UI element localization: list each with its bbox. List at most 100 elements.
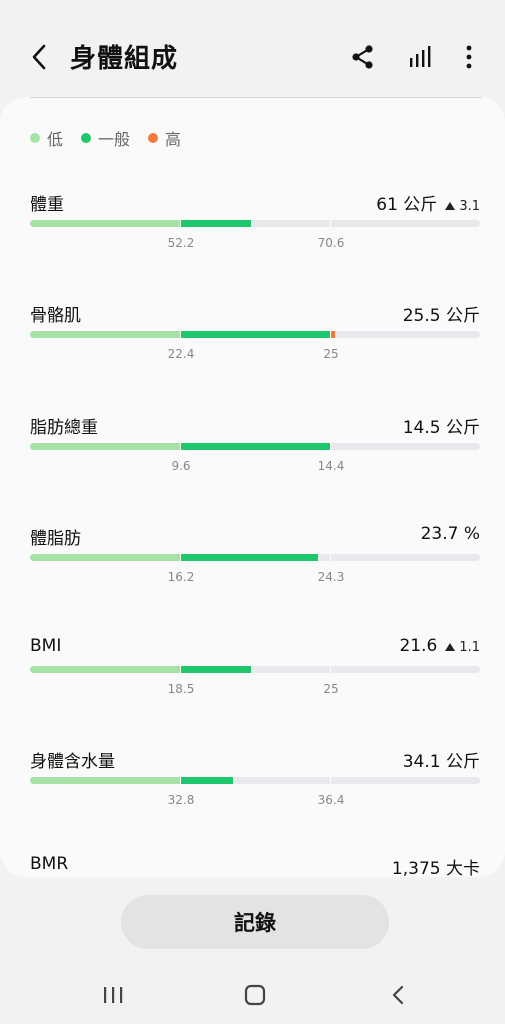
legend-label-normal: 一般	[98, 130, 131, 149]
range-high-label: 25	[323, 347, 339, 361]
range-fill-normal	[180, 220, 251, 227]
metric-value-group: 21.6 1.1	[399, 636, 480, 656]
home-icon	[244, 984, 266, 1006]
range-fill-low	[30, 666, 180, 673]
metric-name: 身體含水量	[30, 752, 115, 772]
metric-name: 脂肪總重	[30, 418, 98, 438]
metric-body-fat[interactable]: 體脂肪 23.7 % 16.2 24.3	[30, 524, 480, 614]
range-high-tick	[330, 666, 331, 673]
metric-bmr[interactable]: BMR 1,375 大卡	[30, 854, 480, 877]
range-fill-normal	[180, 443, 330, 450]
recent-apps-button[interactable]	[98, 980, 128, 1010]
metric-value-group: 61 公斤 3.1	[376, 190, 480, 215]
range-high-tick	[330, 554, 331, 561]
range-low-tick	[180, 443, 181, 450]
legend-item-normal: 一般	[81, 126, 130, 150]
range-fill-normal	[180, 554, 318, 561]
legend-dot-high	[148, 133, 159, 143]
metric-value: 23.7 %	[420, 524, 480, 544]
metric-name: BMR	[30, 854, 69, 874]
range-fill-low	[30, 331, 180, 338]
range-high-tick	[330, 331, 331, 338]
range-high-tick	[330, 777, 331, 784]
metric-fat-mass[interactable]: 脂肪總重 14.5 公斤 9.6 14.4	[30, 413, 480, 503]
range-low-tick	[180, 554, 181, 561]
metric-body-water[interactable]: 身體含水量 34.1 公斤 32.8 36.4	[30, 747, 480, 837]
metric-weight[interactable]: 體重 61 公斤 3.1 52.2 70.6	[30, 190, 480, 280]
app-bar: 身體組成	[0, 0, 505, 110]
range-bar	[30, 554, 480, 561]
system-navigation-bar	[0, 966, 505, 1024]
range-fill-low	[30, 554, 180, 561]
range-high-tick	[330, 443, 331, 450]
record-button[interactable]: 記錄	[121, 895, 389, 949]
range-bar	[30, 777, 480, 784]
range-low-tick	[180, 331, 181, 338]
metric-delta-value: 1.1	[459, 640, 480, 655]
metric-name: 體重	[30, 195, 64, 215]
range-bar	[30, 666, 480, 673]
metric-value-group: 23.7 %	[421, 524, 480, 544]
metric-value: 25.5 公斤	[402, 306, 480, 326]
metric-value-group: 1,375 大卡	[392, 854, 480, 877]
metric-name: 骨骼肌	[30, 306, 81, 326]
range-low-tick	[180, 777, 181, 784]
range-high-label: 24.3	[317, 570, 345, 584]
recent-apps-icon	[104, 987, 123, 1003]
metric-value: 61 公斤	[376, 195, 438, 215]
legend: 低 一般 高	[30, 127, 199, 149]
back-icon	[392, 985, 404, 1005]
more-options-button[interactable]	[458, 44, 480, 70]
legend-dot-low	[30, 133, 40, 143]
more-vert-icon	[466, 45, 472, 69]
body-composition-card: 低 一般 高 體重 61 公斤 3.1 52.2 70.6 骨骼肌 25.5 公…	[0, 97, 505, 877]
range-low-label: 16.2	[167, 570, 195, 584]
divider	[30, 97, 482, 98]
range-high-tick	[330, 220, 331, 227]
nav-back-button[interactable]	[384, 980, 414, 1010]
legend-item-low: 低	[30, 126, 63, 150]
range-fill-low	[30, 777, 180, 784]
metric-delta: 1.1	[445, 640, 480, 655]
range-fill-low	[30, 443, 180, 450]
range-high-label: 36.4	[317, 793, 345, 807]
metric-delta-value: 3.1	[459, 199, 480, 214]
range-bar	[30, 331, 480, 338]
range-low-label: 9.6	[171, 459, 191, 473]
range-high-label: 14.4	[317, 459, 345, 473]
chevron-left-icon	[32, 44, 46, 70]
metric-skeletal-muscle[interactable]: 骨骼肌 25.5 公斤 22.4 25	[30, 301, 480, 391]
metric-value: 14.5 公斤	[402, 418, 480, 438]
range-low-label: 52.2	[167, 236, 195, 250]
metric-value-group: 25.5 公斤	[403, 301, 480, 326]
legend-item-high: 高	[148, 126, 181, 150]
back-button[interactable]	[26, 40, 56, 74]
metric-delta: 3.1	[445, 199, 480, 214]
range-bar	[30, 443, 480, 450]
range-high-label: 25	[323, 682, 339, 696]
legend-label-high: 高	[165, 130, 182, 149]
metric-value: 1,375 大卡	[391, 859, 480, 877]
range-high-label: 70.6	[317, 236, 345, 250]
range-low-label: 32.8	[167, 793, 195, 807]
range-low-label: 22.4	[167, 347, 195, 361]
range-fill-normal	[180, 777, 233, 784]
metric-value-group: 34.1 公斤	[403, 747, 480, 772]
share-icon	[352, 45, 373, 69]
legend-dot-normal	[81, 133, 92, 143]
share-button[interactable]	[350, 44, 376, 70]
trends-button[interactable]	[407, 44, 433, 70]
legend-label-low: 低	[47, 130, 64, 149]
metric-value: 34.1 公斤	[402, 752, 480, 772]
page-title: 身體組成	[70, 44, 179, 74]
triangle-up-icon	[445, 643, 456, 651]
triangle-up-icon	[445, 202, 456, 210]
bar-chart-icon	[410, 46, 431, 67]
range-low-label: 18.5	[167, 682, 195, 696]
metric-bmi[interactable]: BMI 21.6 1.1 18.5 25	[30, 636, 480, 726]
range-fill-normal	[180, 331, 330, 338]
range-bar	[30, 220, 480, 227]
metric-name: BMI	[30, 636, 62, 656]
home-button[interactable]	[240, 980, 270, 1010]
range-fill-low	[30, 220, 180, 227]
